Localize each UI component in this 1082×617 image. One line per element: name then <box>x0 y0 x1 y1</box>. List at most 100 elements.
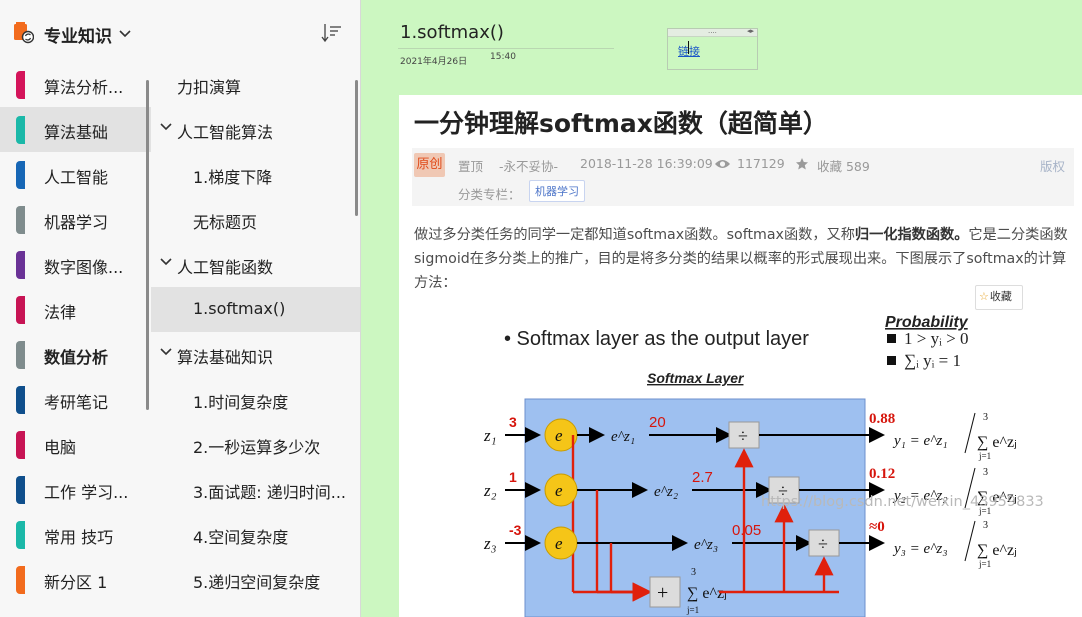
chevron-down-icon[interactable] <box>159 120 173 134</box>
section-item[interactable]: 电脑 <box>0 422 151 467</box>
pages-list: 力扣演算人工智能算法 1.梯度下降 无标题页人工智能函数 1.softmax() 算法基… <box>151 62 360 617</box>
article-paragraph: 做过多分类任务的同学一定都知道softmax函数。softmax函数，又称归一化… <box>414 223 1070 295</box>
watermark: https://blog.csdn.net/weixin_43959833 <box>761 494 1044 510</box>
section-item[interactable]: 法律 <box>0 287 151 332</box>
category-tag[interactable]: 机器学习 <box>529 180 585 202</box>
article-title: 一分钟理解softmax函数（超简单） <box>414 109 828 138</box>
z-input-label: z₂ <box>483 481 497 500</box>
chevron-down-icon[interactable] <box>118 27 132 41</box>
plus-symbol: + <box>657 582 668 604</box>
star-outline-icon: ☆ <box>979 290 989 303</box>
page-title[interactable]: 1.softmax() <box>400 22 504 43</box>
page-time: 15:40 <box>490 52 516 62</box>
page-item[interactable]: 5.递归空间复杂度 <box>151 557 360 602</box>
chevron-down-icon[interactable] <box>159 345 173 359</box>
page-item[interactable]: 1.时间复杂度 <box>151 377 360 422</box>
container-grab-bar[interactable]: .... ◂▸ <box>668 28 757 37</box>
page-label: 力扣演算 <box>177 78 242 97</box>
section-item[interactable]: 机器学习 <box>0 197 151 242</box>
notebook-header[interactable]: 专业知识 <box>0 0 360 62</box>
page-canvas[interactable]: 1.softmax() 2021年4月26日 15:40 .... ◂▸ 链接 … <box>361 0 1082 617</box>
page-label: 2.一秒运算多少次 <box>193 438 321 457</box>
page-item[interactable]: 无标题页 <box>151 197 360 242</box>
softmax-output: 0.88 <box>869 411 895 427</box>
page-item[interactable]: 2.一秒运算多少次 <box>151 422 360 467</box>
z-input-value: -3 <box>509 522 522 538</box>
para-part-1: 做过多分类任务的同学一定都知道softmax函数。softmax函数，又称 <box>414 227 855 243</box>
y-sum: ∑ e^zⱼ <box>977 542 1017 559</box>
page-label: 人工智能函数 <box>177 258 274 277</box>
link-text[interactable]: 链接 <box>678 43 700 59</box>
section-label: 人工智能 <box>44 168 109 187</box>
page-item[interactable]: 3.面试题: 递归时间... <box>151 467 360 512</box>
resize-arrows-icon[interactable]: ◂▸ <box>747 28 754 35</box>
page-item[interactable]: 4.空间复杂度 <box>151 512 360 557</box>
article-meta-bar: 原创 置顶 -永不妥协- 2018-11-28 16:39:09 117129 … <box>412 148 1074 206</box>
copyright-link[interactable]: 版权 <box>1040 156 1065 175</box>
sort-icon[interactable] <box>320 22 342 44</box>
bullet-square-icon <box>887 356 896 365</box>
fraction-slash <box>964 520 976 562</box>
page-label: 1.梯度下降 <box>193 168 273 187</box>
section-color-tab <box>16 521 25 549</box>
section-item[interactable]: 常用 技巧 <box>0 512 151 557</box>
bullet-square-icon <box>887 334 896 343</box>
sum-lower: j=1 <box>686 605 699 615</box>
z-input-label: z₃ <box>483 534 497 553</box>
section-color-tab <box>16 161 25 189</box>
exp-node-label: e <box>555 481 563 500</box>
eye-icon <box>715 160 730 168</box>
exp-value: 2.7 <box>692 469 713 486</box>
page-label: 3.面试题: 递归时间... <box>193 483 347 502</box>
section-item[interactable]: 考研笔记 <box>0 377 151 422</box>
section-item[interactable]: 算法分析... <box>0 62 151 107</box>
section-color-tab <box>16 386 25 414</box>
sections-scrollbar[interactable] <box>146 80 149 410</box>
page-item[interactable]: 1.softmax() <box>151 287 360 332</box>
section-color-tab <box>16 476 25 504</box>
divide-symbol: ÷ <box>818 534 828 554</box>
section-item[interactable]: 新分区 1 <box>0 557 151 602</box>
probability-rule-1: 1 > yᵢ > 0 <box>904 329 968 348</box>
softmax-output: ≈0 <box>869 519 885 535</box>
page-item[interactable]: 人工智能算法 <box>151 107 360 152</box>
section-item[interactable]: 数字图像... <box>0 242 151 287</box>
softmax-output: 0.12 <box>869 466 895 482</box>
author-name[interactable]: -永不妥协- <box>499 156 558 175</box>
page-item[interactable]: 1.梯度下降 <box>151 152 360 197</box>
section-color-tab <box>16 341 25 369</box>
page-item[interactable]: 算法基础知识 <box>151 332 360 377</box>
section-label: 工作 学习... <box>44 483 129 502</box>
section-label: 考研笔记 <box>44 393 109 412</box>
pasted-article[interactable]: 一分钟理解softmax函数（超简单） 原创 置顶 -永不妥协- 2018-11… <box>399 95 1082 617</box>
pages-scrollbar[interactable] <box>355 80 358 216</box>
notebook-title[interactable]: 专业知识 <box>44 22 112 47</box>
section-color-tab <box>16 206 25 234</box>
section-item[interactable]: 算法基础 <box>0 107 151 152</box>
section-label: 数值分析 <box>44 348 109 367</box>
section-color-tab <box>16 251 25 279</box>
view-count: 117129 <box>737 156 785 171</box>
section-item[interactable]: 数值分析 <box>0 332 151 377</box>
section-label: 算法分析... <box>44 78 124 97</box>
chevron-down-icon[interactable] <box>159 255 173 269</box>
page-item[interactable]: 力扣演算 <box>151 62 360 107</box>
page-label: 无标题页 <box>193 213 258 232</box>
softmax-layer-title: Softmax Layer <box>647 370 745 386</box>
z-input-value: 3 <box>509 414 517 430</box>
sum-lower: j=1 <box>978 451 991 461</box>
exp-value: 20 <box>649 414 666 431</box>
section-color-tab <box>16 566 25 594</box>
section-item[interactable]: 人工智能 <box>0 152 151 197</box>
softmax-diagram: • Softmax layer as the output layer Prob… <box>483 314 1017 617</box>
notebook-sync-icon <box>14 22 34 44</box>
original-badge: 原创 <box>414 153 445 177</box>
page-item[interactable]: 人工智能函数 <box>151 242 360 287</box>
favorite-count[interactable]: 收藏 589 <box>817 156 870 175</box>
section-item[interactable]: 工作 学习... <box>0 467 151 512</box>
link-note-container[interactable]: .... ◂▸ 链接 <box>667 28 758 70</box>
sum-upper: 3 <box>691 567 696 578</box>
exp-term: e^z₃ <box>694 537 718 553</box>
probability-rule-2: ∑ᵢ yᵢ = 1 <box>904 351 961 370</box>
section-label: 法律 <box>44 303 77 322</box>
